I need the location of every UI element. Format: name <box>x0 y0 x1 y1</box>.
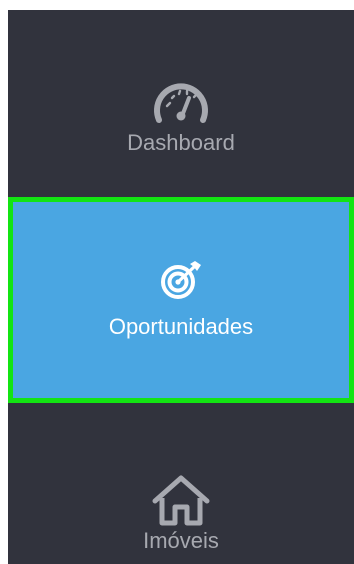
sidebar-item-dashboard[interactable]: Dashboard <box>8 10 354 193</box>
speedometer-icon <box>149 78 213 124</box>
sidebar-item-label: Oportunidades <box>108 314 254 339</box>
sidebar-item-imoveis[interactable]: Imóveis <box>8 410 354 564</box>
sidebar-nav: Dashboard Oportunidades Imóveis <box>8 10 354 564</box>
sidebar-item-oportunidades[interactable]: Oportunidades <box>8 197 354 403</box>
house-icon <box>149 474 213 526</box>
target-icon <box>159 260 203 300</box>
sidebar-item-label: Dashboard <box>127 129 235 155</box>
sidebar-item-label: Imóveis <box>143 528 219 553</box>
